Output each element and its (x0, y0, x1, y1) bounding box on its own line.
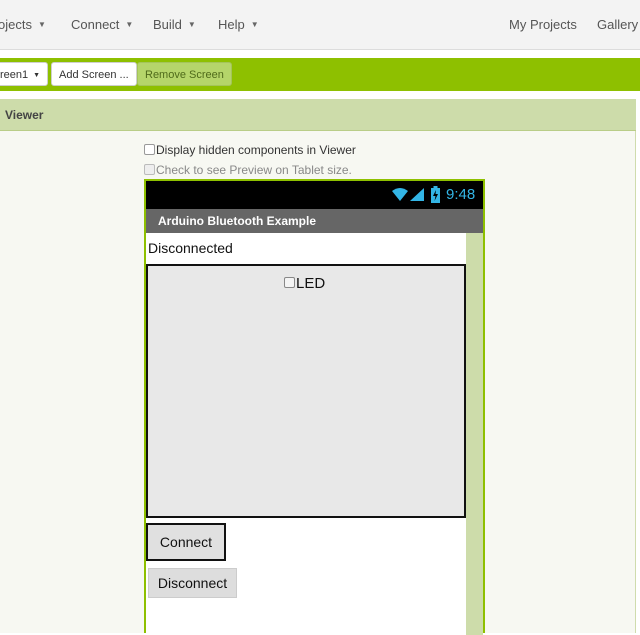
screen-select-label: reen1 (0, 69, 29, 81)
signal-icon (410, 188, 424, 201)
tablet-preview-option[interactable]: Check to see Preview on Tablet size. (144, 163, 352, 177)
disconnect-button-label: Disconnect (157, 575, 228, 591)
wifi-icon (392, 188, 408, 201)
display-hidden-label: Display hidden components in Viewer (156, 143, 356, 157)
menu-my-projects-label: My Projects (509, 17, 577, 32)
remove-screen-button[interactable]: Remove Screen (137, 62, 232, 86)
disconnect-button[interactable]: Disconnect (148, 568, 237, 598)
connect-button-label: Connect (159, 534, 213, 550)
caret-down-icon: ▼ (125, 20, 134, 29)
menu-help[interactable]: Help ▼ (218, 17, 259, 32)
add-screen-label: Add Screen ... (59, 69, 129, 81)
app-title: Arduino Bluetooth Example (158, 214, 317, 228)
viewer-panel-header: Viewer (0, 99, 636, 131)
caret-down-icon: ▼ (250, 20, 259, 29)
clock-time: 9:48 (446, 186, 476, 203)
display-hidden-checkbox[interactable] (144, 144, 155, 155)
led-checkbox[interactable] (284, 277, 295, 288)
caret-down-icon: ▼ (33, 72, 41, 79)
vertical-arrangement[interactable]: LED (146, 264, 466, 518)
tablet-preview-label: Check to see Preview on Tablet size. (156, 163, 352, 177)
menu-connect-label: Connect (71, 17, 120, 32)
menu-gallery[interactable]: Gallery (597, 17, 638, 32)
menu-help-label: Help (218, 17, 245, 32)
connection-status-label: Disconnected (148, 240, 233, 256)
menu-connect[interactable]: Connect ▼ (71, 17, 133, 32)
phone-preview: 9:48 Arduino Bluetooth Example Disconnec… (144, 179, 485, 635)
viewer-title: Viewer (5, 108, 44, 122)
designer-toolbar: reen1 ▼ Add Screen ... Remove Screen (0, 58, 640, 91)
menu-build-label: Build (153, 17, 182, 32)
top-menu-bar: ojects ▼ Connect ▼ Build ▼ Help ▼ My Project… (0, 0, 640, 50)
phone-scrollbar[interactable] (466, 233, 483, 635)
led-checkbox-label: LED (296, 275, 326, 292)
battery-icon (431, 186, 440, 203)
menu-my-projects[interactable]: My Projects (509, 17, 577, 32)
app-title-bar: Arduino Bluetooth Example (146, 209, 483, 233)
caret-down-icon: ▼ (37, 20, 46, 29)
screen-select-dropdown[interactable]: reen1 ▼ (0, 62, 49, 86)
menu-projects-label: ojects (0, 17, 32, 32)
caret-down-icon: ▼ (187, 20, 196, 29)
tablet-preview-checkbox[interactable] (144, 164, 155, 175)
phone-status-bar: 9:48 (146, 181, 483, 209)
display-hidden-option[interactable]: Display hidden components in Viewer (144, 143, 356, 157)
menu-build[interactable]: Build ▼ (153, 17, 196, 32)
menu-gallery-label: Gallery (597, 17, 639, 32)
menu-projects[interactable]: ojects ▼ (0, 17, 46, 32)
connect-button[interactable]: Connect (146, 523, 226, 561)
add-screen-button[interactable]: Add Screen ... (51, 62, 137, 86)
remove-screen-label: Remove Screen (145, 69, 224, 81)
